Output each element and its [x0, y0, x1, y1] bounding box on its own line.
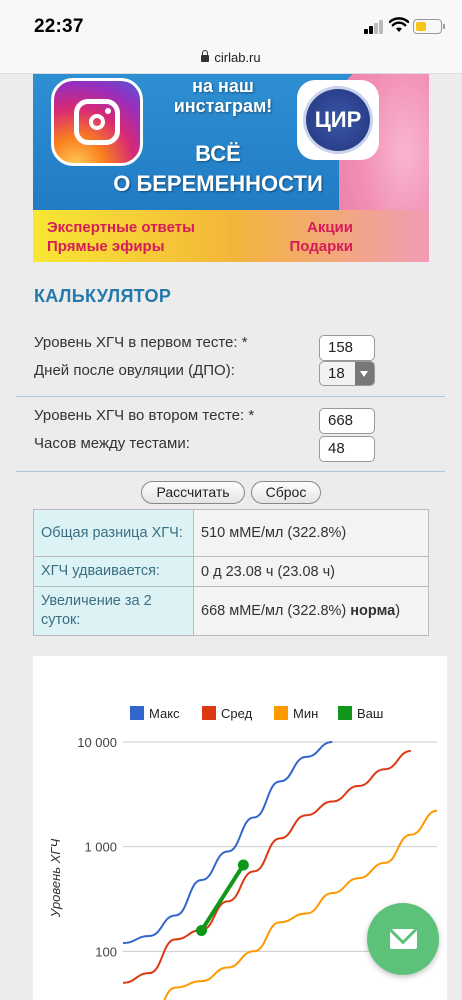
banner-line: на наш инстаграм!	[173, 76, 273, 116]
battery-cap	[443, 24, 445, 29]
legend-label: Сред	[221, 706, 253, 721]
banner-headline-2: О БЕРЕМЕННОСТИ	[113, 171, 323, 196]
y-axis-label: Уровень ХГЧ	[48, 839, 63, 919]
section-divider	[16, 471, 445, 472]
result-label: Увеличение за 2 суток:	[33, 586, 194, 636]
status-bar: 22:37	[0, 0, 462, 46]
banner-headline: ВСЁ	[195, 141, 241, 166]
hours-label: Часов между тестами:	[34, 435, 190, 452]
result-label: Общая разница ХГЧ:	[33, 509, 194, 557]
wifi-icon	[389, 17, 409, 32]
dpo-value: 18	[328, 365, 345, 382]
legend-label: Макс	[149, 706, 180, 721]
result-label: ХГЧ удваивается:	[33, 556, 194, 587]
legend-swatch	[202, 706, 216, 720]
hcg-second-label: Уровень ХГЧ во втором тесте: *	[34, 407, 255, 424]
hcg-first-input[interactable]: 158	[319, 335, 375, 361]
results-table: Общая разница ХГЧ: 510 мМЕ/мл (322.8%) Х…	[33, 509, 429, 636]
mail-icon	[390, 929, 417, 949]
result-value: 510 мМЕ/мл (322.8%)	[193, 509, 429, 557]
legend-label: Ваш	[357, 706, 383, 721]
mail-button[interactable]	[367, 903, 439, 975]
chevron-down-icon	[355, 362, 374, 385]
legend-label: Мин	[293, 706, 318, 721]
section-divider	[16, 396, 445, 397]
result-value: 668 мМЕ/мл (322.8%) норма)	[193, 586, 429, 636]
url-text: cirlab.ru	[214, 50, 261, 65]
banner-strip-left: Экспертные ответы Прямые эфиры	[47, 219, 195, 255]
battery-level	[415, 21, 426, 31]
series-line-Макс	[122, 741, 333, 944]
y-tick-label: 10 000	[77, 735, 117, 750]
legend-swatch	[338, 706, 352, 720]
status-time: 22:37	[34, 16, 84, 37]
series-point-Ваш	[237, 859, 249, 871]
table-row: Увеличение за 2 суток: 668 мМЕ/мл (322.8…	[33, 586, 429, 636]
y-tick-label: 100	[95, 944, 117, 959]
promo-banner[interactable]: ЦИР на наш инстаграм! ВСЁ О БЕРЕМЕННОСТИ…	[33, 74, 429, 262]
hours-input[interactable]: 48	[319, 436, 375, 462]
table-row: Общая разница ХГЧ: 510 мМЕ/мл (322.8%)	[33, 509, 429, 557]
hcg-first-label: Уровень ХГЧ в первом тесте: *	[34, 334, 248, 351]
battery-icon	[413, 19, 442, 34]
dpo-select[interactable]: 18	[319, 361, 375, 386]
legend-swatch	[130, 706, 144, 720]
dpo-label: Дней после овуляции (ДПО):	[34, 362, 235, 379]
cellular-signal-icon	[364, 20, 386, 34]
hcg-second-input[interactable]: 668	[319, 408, 375, 434]
lock-icon	[201, 50, 210, 62]
result-value: 0 д 23.08 ч (23.08 ч)	[193, 556, 429, 587]
banner-strip-right: Акции Подарки	[289, 219, 353, 255]
y-tick-label: 1 000	[84, 840, 117, 855]
address-bar[interactable]: cirlab.ru	[0, 46, 462, 74]
banner-strip: Экспертные ответы Прямые эфиры Акции Под…	[33, 210, 429, 262]
reset-button[interactable]: Сброс	[251, 481, 321, 504]
calculator-title: КАЛЬКУЛЯТОР	[34, 286, 172, 306]
legend-swatch	[274, 706, 288, 720]
calculate-button[interactable]: Рассчитать	[141, 481, 245, 504]
series-line-Ваш	[199, 863, 246, 932]
table-row: ХГЧ удваивается: 0 д 23.08 ч (23.08 ч)	[33, 556, 429, 587]
series-point-Ваш	[196, 925, 207, 937]
